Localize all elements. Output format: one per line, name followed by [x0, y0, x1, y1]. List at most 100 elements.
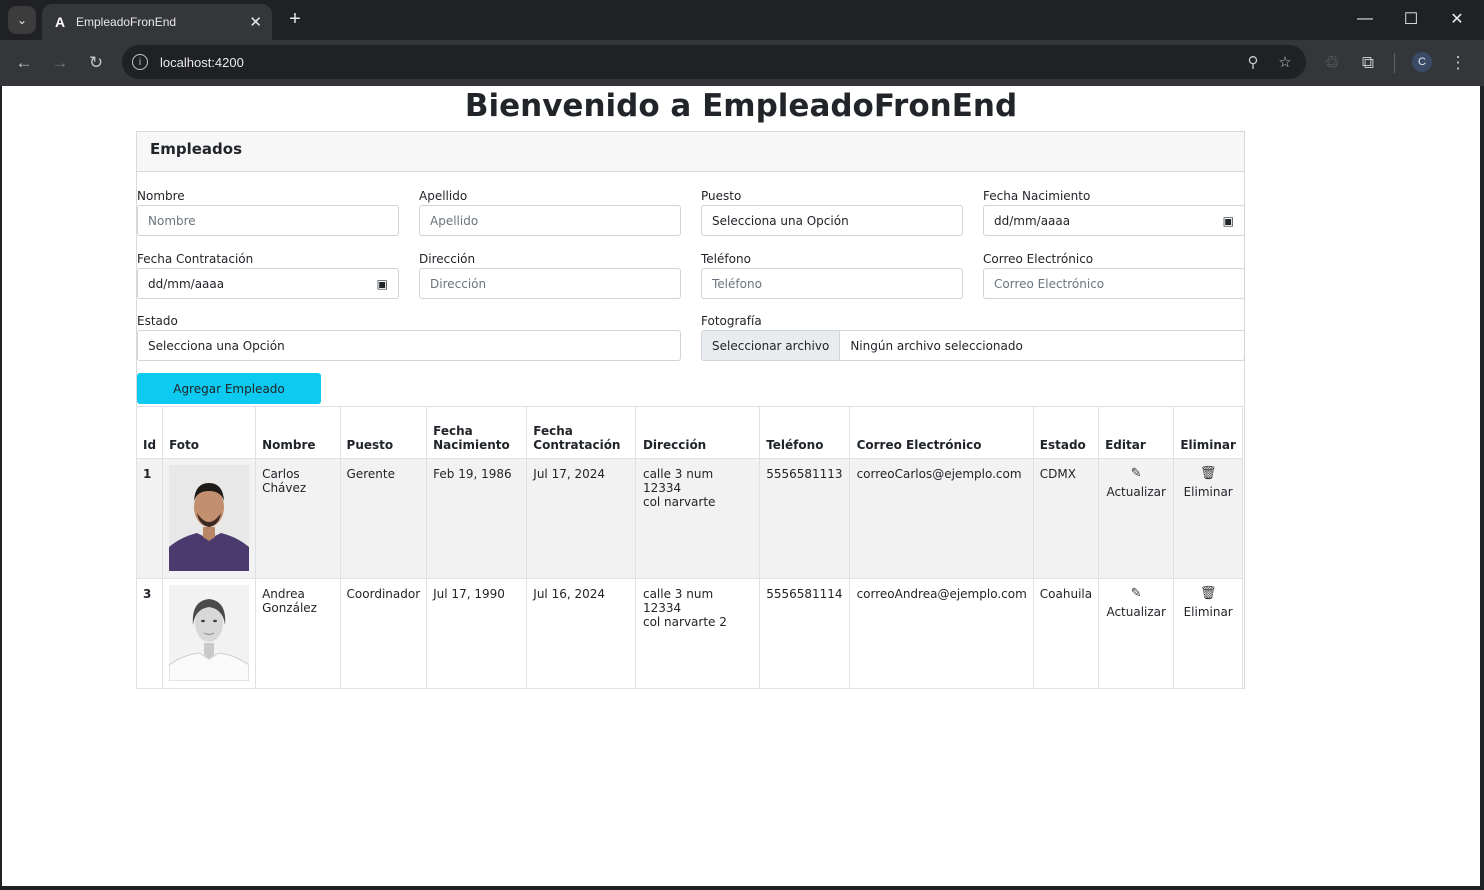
cell-fecha-contratacion: Jul 17, 2024: [526, 458, 636, 579]
direccion-input[interactable]: Dirección: [419, 268, 681, 299]
fecha-contratacion-label: Fecha Contratación: [137, 252, 254, 266]
employees-table: Id Foto Nombre Puesto Fecha Nacimiento Fe…: [135, 406, 1243, 689]
nombre-label: Nombre: [137, 189, 185, 203]
cell-nombre: Andrea González: [255, 578, 341, 689]
browser-tab-strip: ⌄ A EmpleadoFronEnd ✕ + — ☐ ✕: [0, 0, 1484, 40]
cell-foto: [162, 578, 257, 689]
trash-icon: 🗑: [1199, 586, 1217, 601]
apellido-input[interactable]: Apellido: [419, 205, 681, 236]
site-info-icon[interactable]: i: [132, 54, 148, 70]
window-close-icon[interactable]: ✕: [1446, 8, 1468, 30]
cell-puesto: Gerente: [339, 458, 428, 579]
delete-action[interactable]: 🗑 Eliminar: [1173, 458, 1243, 579]
reload-icon[interactable]: ↻: [84, 51, 108, 75]
cell-fecha-contratacion: Jul 16, 2024: [526, 578, 636, 689]
url-text[interactable]: localhost:4200: [160, 55, 1242, 70]
pencil-icon: ✎: [1130, 586, 1142, 601]
trash-icon: 🗑: [1199, 466, 1217, 481]
pencil-icon: ✎: [1130, 466, 1142, 481]
puesto-select[interactable]: Selecciona una Opción: [701, 205, 963, 236]
back-icon[interactable]: ←: [12, 51, 36, 75]
nombre-input[interactable]: Nombre: [137, 205, 399, 236]
correo-input[interactable]: Correo Electrónico: [983, 268, 1245, 299]
tab-search-icon[interactable]: ⌄: [8, 6, 36, 34]
fotografia-file-input[interactable]: Seleccionar archivo Ningún archivo selec…: [701, 330, 1245, 361]
select-file-button[interactable]: Seleccionar archivo: [702, 331, 841, 360]
cell-direccion: calle 3 num 12334 col narvarte: [634, 458, 761, 579]
fotografia-label: Fotografía: [701, 314, 762, 328]
page-title: Bienvenido a EmpleadoFronEnd: [464, 88, 1018, 124]
address-bar[interactable]: i localhost:4200 ⚲ ☆: [122, 45, 1306, 79]
col-nombre: Nombre: [255, 406, 341, 459]
cell-puesto: Coordinador: [339, 578, 428, 689]
employee-photo: [169, 585, 250, 681]
cell-foto: [162, 458, 257, 579]
cell-id: 3: [135, 578, 164, 689]
toolbar-separator: [1394, 53, 1395, 73]
col-correo: Correo Electrónico: [848, 406, 1034, 459]
recycle-icon[interactable]: ♲: [1320, 51, 1344, 75]
add-employee-button[interactable]: Agregar Empleado: [137, 373, 321, 404]
col-puesto: Puesto: [339, 406, 428, 459]
col-id: Id: [135, 406, 164, 459]
col-direccion: Dirección: [634, 406, 761, 459]
browser-tab[interactable]: A EmpleadoFronEnd ✕: [42, 4, 272, 40]
col-foto: Foto: [162, 406, 257, 459]
delete-action[interactable]: 🗑 Eliminar: [1173, 578, 1243, 689]
col-estado: Estado: [1032, 406, 1100, 459]
menu-kebab-icon[interactable]: ⋮: [1446, 51, 1470, 75]
delete-button-label[interactable]: Eliminar: [1184, 485, 1233, 499]
tab-title: EmpleadoFronEnd: [76, 15, 177, 29]
col-fecha-contratacion: Fecha Contratación: [526, 406, 636, 459]
fecha-nacimiento-input[interactable]: dd/mm/aaaa ▣: [983, 205, 1245, 236]
calendar-icon[interactable]: ▣: [377, 277, 388, 291]
cell-fecha-nacimiento: Jul 17, 1990: [426, 578, 528, 689]
window-bottom-edge: [0, 886, 1484, 890]
col-eliminar: Eliminar: [1173, 406, 1243, 459]
employees-card: Empleados Nombre Nombre Apellido Apellid…: [135, 131, 1245, 689]
close-tab-icon[interactable]: ✕: [249, 13, 262, 31]
angular-icon: A: [54, 14, 66, 30]
edit-action[interactable]: ✎ Actualizar: [1098, 578, 1175, 689]
edit-button-label[interactable]: Actualizar: [1106, 485, 1166, 499]
estado-select[interactable]: Selecciona una Opción: [137, 330, 681, 361]
col-fecha-nacimiento: Fecha Nacimiento: [426, 406, 528, 459]
estado-label: Estado: [137, 314, 178, 328]
fecha-contratacion-input[interactable]: dd/mm/aaaa ▣: [137, 268, 399, 299]
table-row: 1 Carlos Chávez Gerente Feb 19, 1986 Jul…: [135, 458, 1243, 579]
telefono-input[interactable]: Teléfono: [701, 268, 963, 299]
cell-id: 1: [135, 458, 164, 579]
profile-avatar[interactable]: C: [1412, 52, 1432, 72]
delete-button-label[interactable]: Eliminar: [1184, 605, 1233, 619]
col-telefono: Teléfono: [759, 406, 850, 459]
cell-telefono: 5556581114: [759, 578, 850, 689]
extensions-icon[interactable]: ⧉: [1356, 51, 1380, 75]
telefono-label: Teléfono: [701, 252, 751, 266]
cell-fecha-nacimiento: Feb 19, 1986: [426, 458, 528, 579]
card-header: Empleados: [137, 132, 1244, 172]
maximize-icon[interactable]: ☐: [1400, 8, 1422, 30]
browser-toolbar: ← → ↻ i localhost:4200 ⚲ ☆ ♲ ⧉ C ⋮: [0, 40, 1484, 86]
minimize-icon[interactable]: —: [1354, 8, 1376, 30]
direccion-label: Dirección: [419, 252, 476, 266]
puesto-label: Puesto: [701, 189, 742, 203]
page-viewport: Bienvenido a EmpleadoFronEnd Empleados N…: [2, 86, 1480, 886]
cell-correo: correoAndrea@ejemplo.com: [848, 578, 1034, 689]
table-row: 3 Andrea González Coordinador Jul 17, 19…: [135, 578, 1243, 689]
cell-direccion: calle 3 num 12334 col narvarte 2: [634, 578, 761, 689]
correo-label: Correo Electrónico: [983, 252, 1094, 266]
forward-icon[interactable]: →: [48, 51, 72, 75]
col-editar: Editar: [1098, 406, 1175, 459]
zoom-icon[interactable]: ⚲: [1242, 51, 1264, 73]
table-header-row: Id Foto Nombre Puesto Fecha Nacimiento Fe…: [135, 406, 1243, 459]
edit-action[interactable]: ✎ Actualizar: [1098, 458, 1175, 579]
cell-nombre: Carlos Chávez: [255, 458, 341, 579]
new-tab-icon[interactable]: +: [284, 8, 306, 30]
fecha-nacimiento-label: Fecha Nacimiento: [983, 189, 1091, 203]
cell-estado: CDMX: [1032, 458, 1100, 579]
calendar-icon[interactable]: ▣: [1223, 214, 1234, 228]
employee-photo: [169, 465, 250, 571]
apellido-label: Apellido: [419, 189, 468, 203]
bookmark-star-icon[interactable]: ☆: [1274, 51, 1296, 73]
edit-button-label[interactable]: Actualizar: [1106, 605, 1166, 619]
